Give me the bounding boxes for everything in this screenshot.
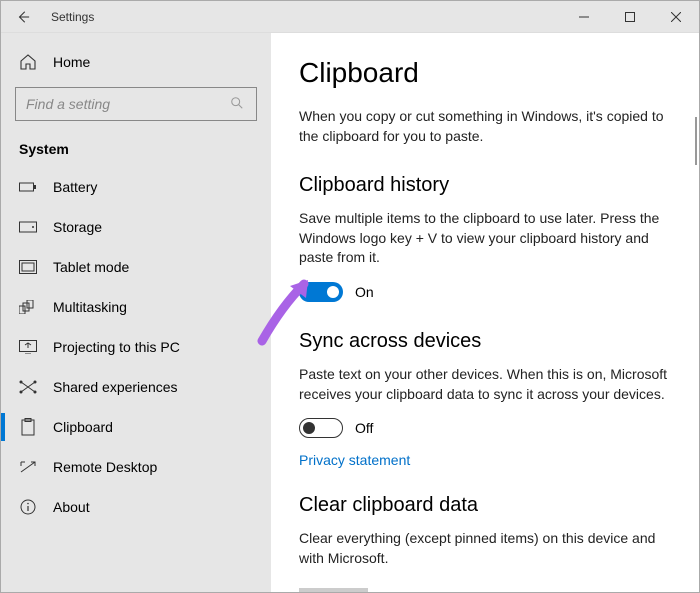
sidebar-item-tablet-mode[interactable]: Tablet mode [1,247,271,287]
page-title: Clipboard [299,57,675,89]
back-button[interactable] [15,9,31,25]
content-pane: Clipboard When you copy or cut something… [271,33,699,592]
sidebar: Home System Battery [1,33,271,592]
sidebar-item-label: Projecting to this PC [53,339,180,355]
remote-icon [19,458,37,476]
sidebar-item-label: About [53,499,90,515]
page-intro: When you copy or cut something in Window… [299,107,669,146]
sidebar-item-storage[interactable]: Storage [1,207,271,247]
history-toggle-row: On [299,282,675,302]
sync-toggle-state: Off [355,420,373,436]
sidebar-item-label: Shared experiences [53,379,178,395]
sidebar-item-projecting[interactable]: Projecting to this PC [1,327,271,367]
clear-desc: Clear everything (except pinned items) o… [299,529,669,568]
clear-button[interactable]: Clear [299,588,368,592]
home-icon [19,53,37,71]
sidebar-item-clipboard[interactable]: Clipboard [1,407,271,447]
settings-window: Settings Home [0,0,700,593]
sidebar-group-header: System [1,135,271,167]
sidebar-item-shared-experiences[interactable]: Shared experiences [1,367,271,407]
sidebar-item-label: Tablet mode [53,259,129,275]
titlebar-left: Settings [1,9,94,25]
history-toggle[interactable] [299,282,343,302]
sidebar-item-remote-desktop[interactable]: Remote Desktop [1,447,271,487]
sidebar-item-label: Storage [53,219,102,235]
multitasking-icon [19,298,37,316]
history-heading: Clipboard history [299,174,675,197]
sidebar-item-label: Battery [53,179,97,195]
close-button[interactable] [653,1,699,33]
body: Home System Battery [1,33,699,592]
sync-toggle[interactable] [299,418,343,438]
window-controls [561,1,699,33]
sync-toggle-row: Off [299,418,675,438]
projecting-icon [19,338,37,356]
window-title: Settings [51,10,94,24]
search-input[interactable] [26,96,226,112]
history-desc: Save multiple items to the clipboard to … [299,209,669,268]
sync-heading: Sync across devices [299,330,675,353]
storage-icon [19,218,37,236]
search-icon [230,96,246,112]
battery-icon [19,178,37,196]
sidebar-item-multitasking[interactable]: Multitasking [1,287,271,327]
search-box[interactable] [15,87,257,121]
minimize-button[interactable] [561,1,607,33]
tablet-icon [19,258,37,276]
clipboard-icon [19,418,37,436]
clear-heading: Clear clipboard data [299,494,675,517]
privacy-link[interactable]: Privacy statement [299,452,410,468]
home-label: Home [53,54,90,70]
sidebar-home[interactable]: Home [1,43,271,79]
sidebar-item-label: Clipboard [53,419,113,435]
history-toggle-state: On [355,284,374,300]
sync-desc: Paste text on your other devices. When t… [299,365,669,404]
search-wrap [1,79,271,135]
sidebar-item-about[interactable]: About [1,487,271,527]
scrollbar[interactable] [695,117,697,165]
shared-icon [19,378,37,396]
titlebar: Settings [1,1,699,33]
sidebar-item-battery[interactable]: Battery [1,167,271,207]
about-icon [19,498,37,516]
sidebar-item-label: Remote Desktop [53,459,157,475]
maximize-button[interactable] [607,1,653,33]
sidebar-item-label: Multitasking [53,299,127,315]
